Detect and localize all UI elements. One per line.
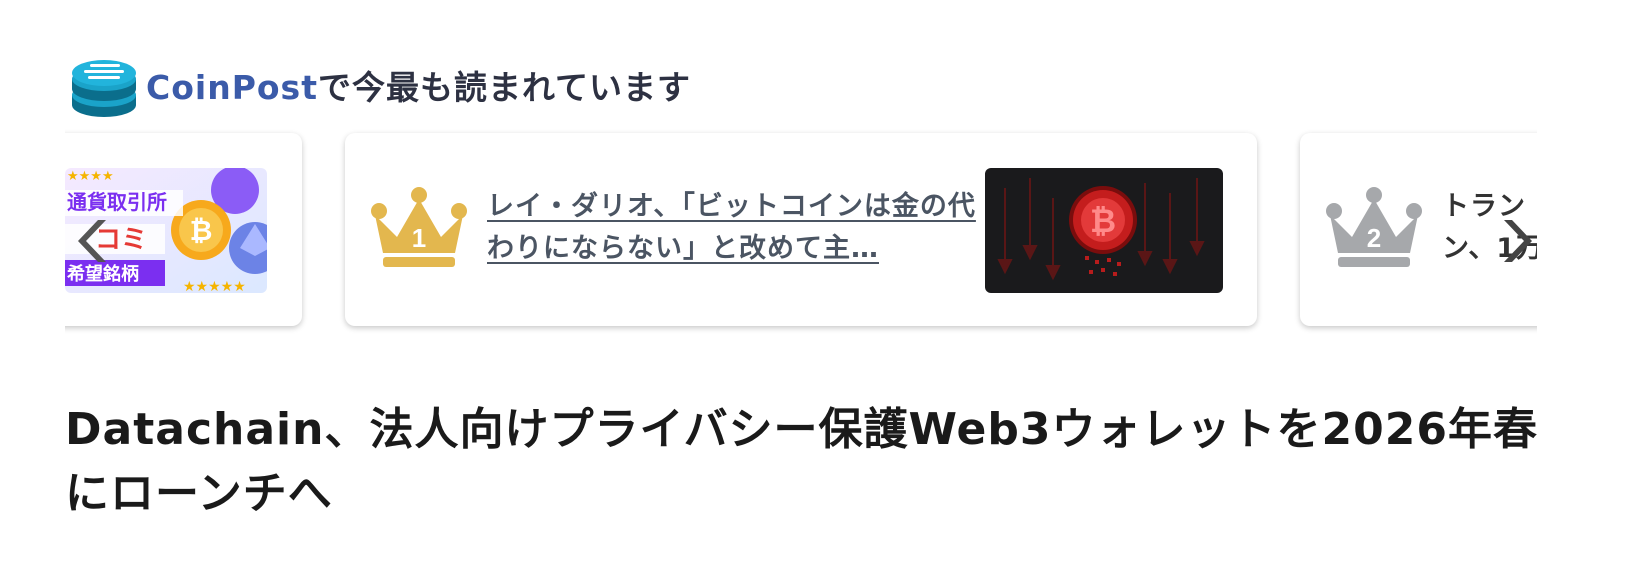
svg-text:₿: ₿ [1090, 203, 1116, 239]
carousel-prev-button[interactable] [78, 218, 112, 264]
svg-text:₿: ₿ [190, 215, 213, 246]
svg-text:希望銘柄: 希望銘柄 [67, 263, 139, 285]
coin-stack-icon [72, 60, 136, 117]
thumb-text: 通貨取引所 [67, 190, 167, 214]
chevron-right-icon [1504, 220, 1532, 262]
rank-number: 1 [412, 223, 426, 253]
section-title: CoinPostで今最も読まれています [146, 61, 691, 109]
brand-name[interactable]: CoinPost [146, 68, 318, 107]
svg-text:★★★★: ★★★★ [67, 169, 114, 184]
chevron-left-icon [78, 220, 106, 262]
carousel-next-button[interactable] [1498, 218, 1532, 264]
ranking-card-1[interactable]: 1 レイ・ダリオ、「ビットコインは金の代わりにならない」と改めて主… ₿ [345, 133, 1257, 326]
article-link[interactable]: レイ・ダリオ、「ビットコインは金の代わりにならない」と改めて主… [487, 186, 982, 272]
svg-text:★★★★★: ★★★★★ [183, 279, 246, 293]
ranking-carousel: ₿ 通貨取引所 コミ 希望銘柄 ★★★★ ★★★★★ 1 レイ・ダリオ、「ビット… [65, 125, 1537, 340]
silver-crown-icon: 2 [1326, 187, 1422, 267]
article-thumbnail[interactable]: ₿ [985, 168, 1223, 293]
section-header: CoinPostで今最も読まれています [70, 50, 691, 120]
rank-number: 2 [1367, 223, 1381, 253]
article-title: Datachain、法人向けプライバシー保護Web3ウォレットを2026年春にロ… [65, 404, 1538, 519]
gold-crown-icon: 1 [371, 187, 467, 267]
section-title-suffix: で今最も読まれています [317, 68, 691, 107]
